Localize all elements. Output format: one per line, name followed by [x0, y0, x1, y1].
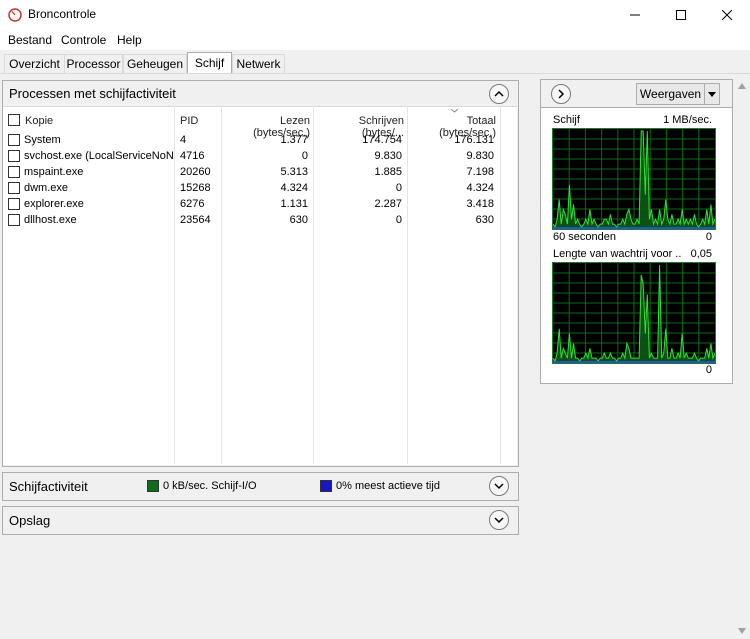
menu-controle[interactable]: Controle: [61, 33, 106, 47]
process-name[interactable]: dllhost.exe: [24, 214, 174, 226]
views-label: Weergaven: [639, 87, 702, 101]
dropdown-arrow-icon: [704, 84, 719, 104]
graph2-title: Lengte van wachtrij voor ...: [553, 248, 681, 260]
graph2-scale: 0,05: [690, 248, 712, 260]
active-time-legend-swatch: [320, 480, 332, 492]
collapse-processes-button[interactable]: [489, 84, 509, 104]
graph2-min: 0: [705, 364, 712, 376]
process-read: 1.131: [280, 198, 308, 210]
process-pid: 4716: [180, 150, 205, 162]
tab-processor[interactable]: Processor: [64, 54, 123, 73]
processes-header[interactable]: Processen met schijfactiviteit: [3, 81, 518, 105]
close-icon: [722, 10, 732, 20]
column-divider: [313, 106, 314, 464]
column-divider: [174, 106, 175, 464]
process-read: 0: [301, 150, 308, 162]
disk-io-text: 0 kB/sec. Schijf-I/O: [163, 480, 257, 492]
process-total: 3.418: [466, 198, 494, 210]
vertical-scrollbar[interactable]: [734, 79, 750, 639]
process-read: 1.377: [280, 134, 308, 146]
maximize-button[interactable]: [658, 0, 704, 30]
column-header-pid[interactable]: PID: [180, 115, 198, 127]
tab-overzicht[interactable]: Overzicht: [4, 54, 65, 73]
splitter[interactable]: [521, 74, 535, 639]
process-name[interactable]: System: [24, 134, 174, 146]
tab-schijf[interactable]: Schijf: [187, 52, 232, 73]
graph1-min: 0: [705, 231, 712, 243]
scroll-down-icon[interactable]: [737, 627, 747, 635]
collapse-panel-button[interactable]: [551, 84, 571, 104]
process-pid: 23564: [180, 214, 211, 226]
process-total: 176.131: [454, 134, 494, 146]
process-pid: 6276: [180, 198, 205, 210]
expand-disk-activity-button[interactable]: [489, 476, 509, 496]
storage-section[interactable]: Opslag: [2, 506, 519, 535]
process-pid: 15268: [180, 182, 211, 194]
process-write: 9.830: [374, 150, 402, 162]
chevron-down-icon: [494, 483, 504, 490]
window-title: Broncontrole: [28, 7, 97, 21]
process-total: 630: [475, 214, 494, 226]
process-write: 0: [395, 214, 402, 226]
process-write: 174.754: [362, 134, 402, 146]
process-name[interactable]: explorer.exe: [24, 198, 174, 210]
process-total: 9.830: [466, 150, 494, 162]
tab-geheugen[interactable]: Geheugen: [123, 54, 187, 73]
row-checkbox[interactable]: [8, 214, 20, 226]
process-read: 630: [289, 214, 308, 226]
process-name[interactable]: dwm.exe: [24, 182, 174, 194]
row-checkbox[interactable]: [8, 150, 20, 162]
maximize-icon: [676, 10, 686, 20]
column-divider: [221, 106, 222, 464]
graph1-time-span: 60 seconden: [553, 231, 616, 243]
process-total: 4.324: [466, 182, 494, 194]
tab-netwerk[interactable]: Netwerk: [232, 54, 285, 73]
storage-title: Opslag: [9, 513, 51, 528]
process-pid: 20260: [180, 166, 211, 178]
column-divider: [407, 106, 408, 464]
queue-length-graph: [552, 262, 716, 364]
graph1-title: Schijf: [553, 114, 580, 126]
processes-title: Processen met schijfactiviteit: [9, 85, 176, 101]
column-divider: [500, 106, 501, 464]
column-header-kopie[interactable]: Kopie: [25, 115, 53, 127]
chevron-right-icon: [558, 89, 565, 99]
process-name[interactable]: mspaint.exe: [24, 166, 174, 178]
row-checkbox[interactable]: [8, 182, 20, 194]
minimize-icon: [630, 14, 640, 16]
menu-help[interactable]: Help: [117, 33, 142, 47]
disk-activity-title: Schijfactiviteit: [9, 479, 88, 494]
row-checkbox[interactable]: [8, 198, 20, 210]
scroll-up-icon[interactable]: [737, 82, 747, 90]
row-checkbox[interactable]: [8, 134, 20, 146]
menu-bar: [0, 30, 750, 50]
views-dropdown[interactable]: Weergaven: [636, 83, 720, 105]
graph1-scale: 1 MB/sec.: [663, 114, 712, 126]
minimize-button[interactable]: [612, 0, 658, 30]
process-write: 2.287: [374, 198, 402, 210]
sort-indicator-icon: [451, 109, 458, 113]
resource-monitor-icon: [8, 8, 22, 22]
row-checkbox[interactable]: [8, 166, 20, 178]
process-read: 5.313: [280, 166, 308, 178]
close-button[interactable]: [704, 0, 750, 30]
process-write: 0: [395, 182, 402, 194]
process-write: 1.885: [374, 166, 402, 178]
disk-activity-section[interactable]: Schijfactiviteit: [2, 472, 519, 501]
process-pid: 4: [180, 134, 187, 146]
process-total: 7.198: [466, 166, 494, 178]
expand-storage-button[interactable]: [489, 510, 509, 530]
process-read: 4.324: [280, 182, 308, 194]
chevron-down-icon: [494, 517, 504, 524]
select-all-checkbox[interactable]: [8, 114, 20, 126]
active-time-text: 0% meest actieve tijd: [336, 480, 440, 492]
io-legend-swatch: [147, 480, 159, 492]
chevron-up-icon: [494, 90, 504, 97]
process-name[interactable]: svchost.exe (LocalServiceNoNet...: [24, 150, 174, 162]
menu-bestand[interactable]: Bestand: [8, 33, 52, 47]
disk-graph: [552, 128, 716, 230]
